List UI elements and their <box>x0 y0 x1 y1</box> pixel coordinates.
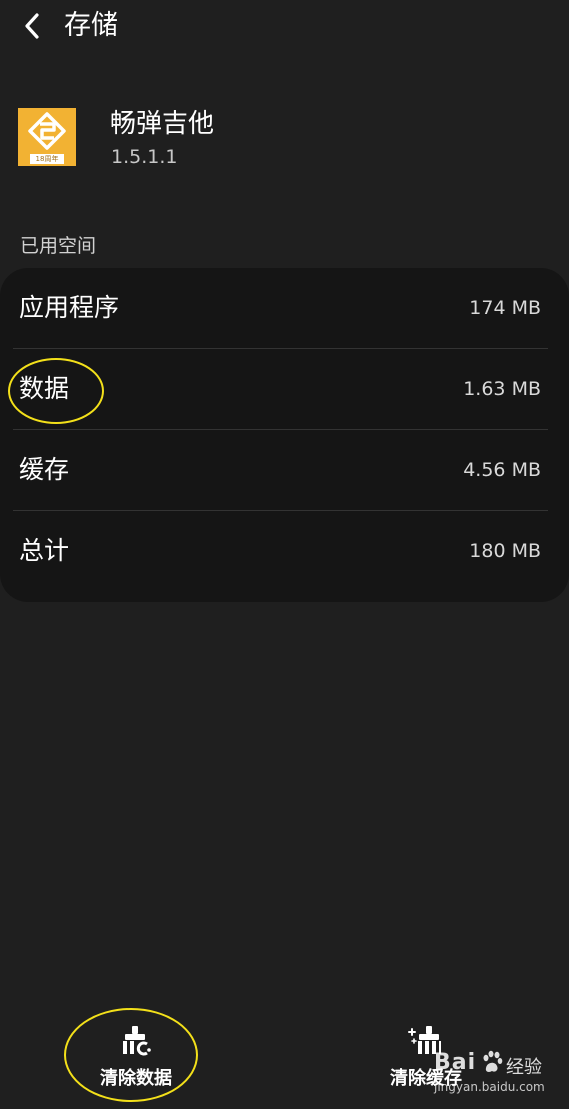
storage-card: 应用程序 174 MB 数据 1.63 MB 缓存 4.56 MB 总计 180… <box>0 268 569 602</box>
chevron-left-icon <box>25 13 39 39</box>
watermark-cn: 经验 <box>506 1057 542 1078</box>
brush-clear-icon <box>123 1026 151 1056</box>
storage-row-cache: 缓存 4.56 MB <box>0 430 569 510</box>
storage-row-label: 缓存 <box>19 455 70 484</box>
back-button[interactable] <box>14 8 50 44</box>
storage-row-value: 174 MB <box>469 297 541 319</box>
clear-cache-button[interactable]: 清除缓存 <box>356 1016 496 1096</box>
storage-row-total: 总计 180 MB <box>0 511 569 591</box>
storage-row-label: 数据 <box>19 374 70 403</box>
app-header: 存储 <box>0 0 569 56</box>
broom-sparkle-icon <box>408 1026 441 1054</box>
storage-row-value: 180 MB <box>469 540 541 562</box>
section-label-used-space: 已用空间 <box>20 235 97 257</box>
clear-cache-label: 清除缓存 <box>390 1068 462 1089</box>
storage-row-label: 总计 <box>19 536 70 565</box>
storage-row-value: 1.63 MB <box>463 378 541 400</box>
app-version: 1.5.1.1 <box>111 146 178 168</box>
clear-data-button[interactable]: 清除数据 <box>66 1016 206 1096</box>
storage-row-data: 数据 1.63 MB <box>0 349 569 429</box>
app-name: 畅弹吉他 <box>110 109 215 139</box>
page-title: 存储 <box>64 10 118 41</box>
app-icon-badge: 18周年 <box>30 154 64 164</box>
clear-data-label: 清除数据 <box>100 1068 172 1089</box>
storage-row-label: 应用程序 <box>19 293 120 322</box>
storage-row-value: 4.56 MB <box>463 459 541 481</box>
app-logo-icon: 18周年 <box>18 108 76 166</box>
storage-row-app: 应用程序 174 MB <box>0 268 569 348</box>
